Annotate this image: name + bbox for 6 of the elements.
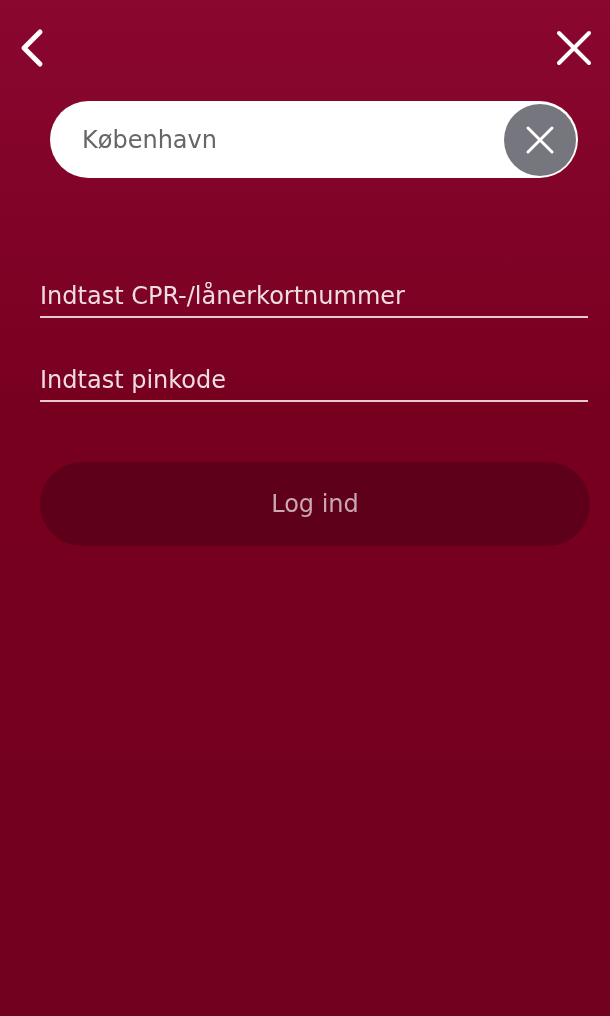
input-field[interactable]: Indtast CPR-/lånerkortnummer bbox=[40, 282, 588, 318]
search-bar[interactable]: København bbox=[50, 101, 578, 178]
input-field[interactable]: Indtast pinkode bbox=[40, 366, 588, 402]
search-field[interactable]: København bbox=[80, 124, 504, 155]
clear-icon[interactable] bbox=[504, 103, 576, 176]
close-icon[interactable] bbox=[556, 30, 592, 66]
